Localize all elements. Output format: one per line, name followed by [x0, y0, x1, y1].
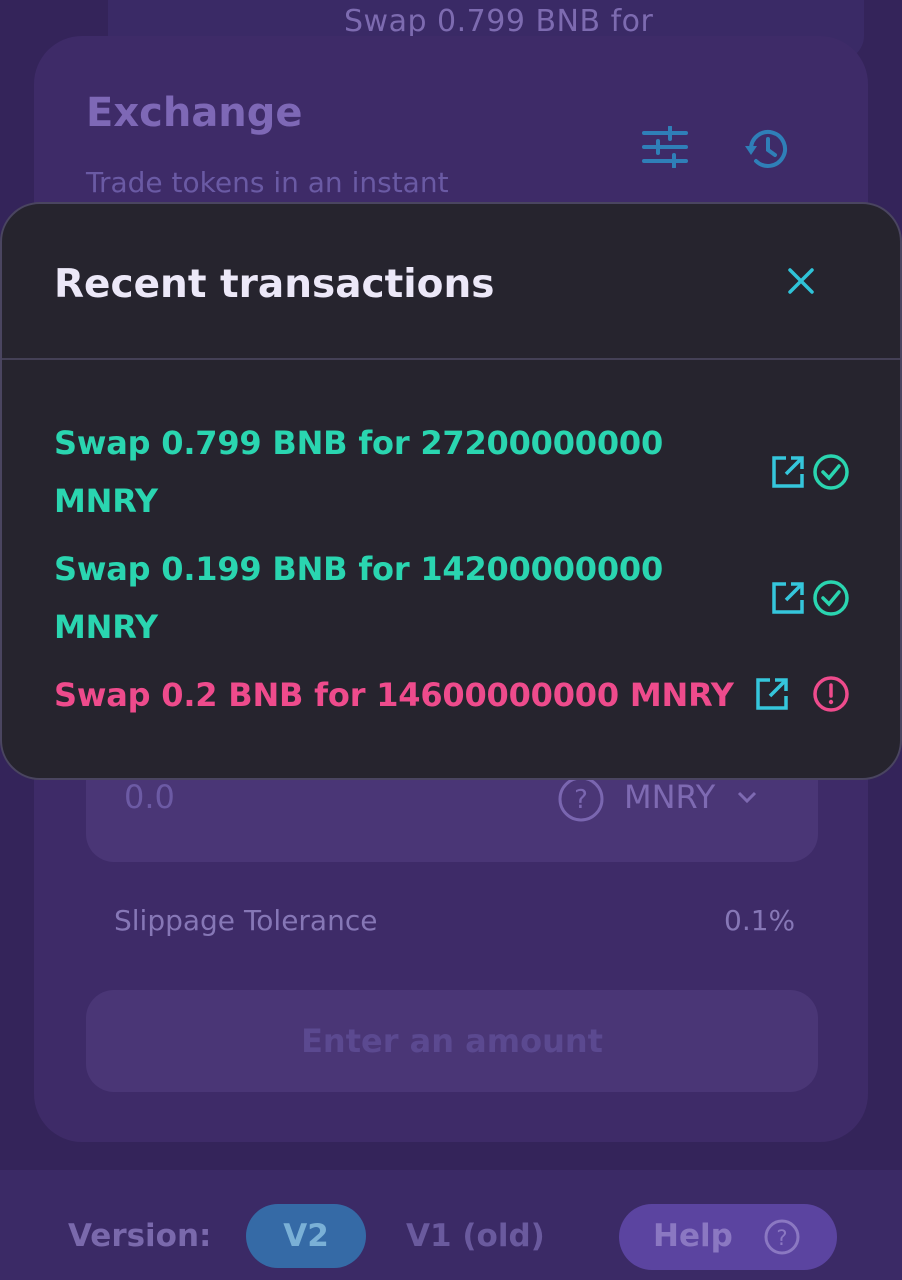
svg-text:?: ?: [776, 1226, 787, 1250]
help-icon: ?: [764, 1219, 800, 1255]
toast-text: Swap 0.799 BNB for: [344, 4, 654, 39]
alert-circle-icon: [813, 676, 849, 712]
version-v1-link[interactable]: V1 (old): [406, 1218, 545, 1254]
settings-tune-icon[interactable]: [642, 126, 688, 168]
svg-text:?: ?: [574, 785, 588, 815]
recent-transactions-modal: Recent transactions Swap 0.799 BNB for 2…: [0, 202, 902, 780]
modal-title: Recent transactions: [54, 262, 495, 307]
transaction-item[interactable]: Swap 0.799 BNB for 27200000000 MNRY: [54, 414, 734, 530]
check-circle-icon: [813, 454, 849, 490]
help-button[interactable]: Help ?: [619, 1204, 837, 1270]
exchange-subtitle: Trade tokens in an instant: [86, 166, 449, 199]
exchange-title: Exchange: [86, 90, 303, 136]
chevron-down-icon[interactable]: [736, 788, 758, 806]
to-token-symbol[interactable]: MNRY: [624, 778, 715, 816]
history-icon[interactable]: [742, 124, 792, 174]
modal-header: Recent transactions: [2, 204, 900, 360]
check-circle-icon: [813, 580, 849, 616]
enter-amount-button[interactable]: Enter an amount: [86, 990, 818, 1092]
to-amount-input[interactable]: 0.0: [124, 778, 175, 816]
slippage-value: 0.1%: [724, 904, 796, 937]
close-icon[interactable]: [786, 266, 816, 296]
external-link-icon[interactable]: [754, 676, 790, 712]
footer: Version: V2 V1 (old) Help ?: [0, 1170, 902, 1280]
version-label: Version:: [68, 1218, 212, 1254]
external-link-icon[interactable]: [770, 580, 806, 616]
help-label: Help: [653, 1218, 733, 1254]
transaction-item[interactable]: Swap 0.2 BNB for 14600000000 MNRY: [54, 666, 774, 724]
transaction-item[interactable]: Swap 0.199 BNB for 14200000000 MNRY: [54, 540, 734, 656]
external-link-icon[interactable]: [770, 454, 806, 490]
unknown-token-icon: ?: [558, 776, 604, 822]
version-v2-button[interactable]: V2: [246, 1204, 366, 1268]
slippage-label: Slippage Tolerance: [114, 904, 378, 937]
